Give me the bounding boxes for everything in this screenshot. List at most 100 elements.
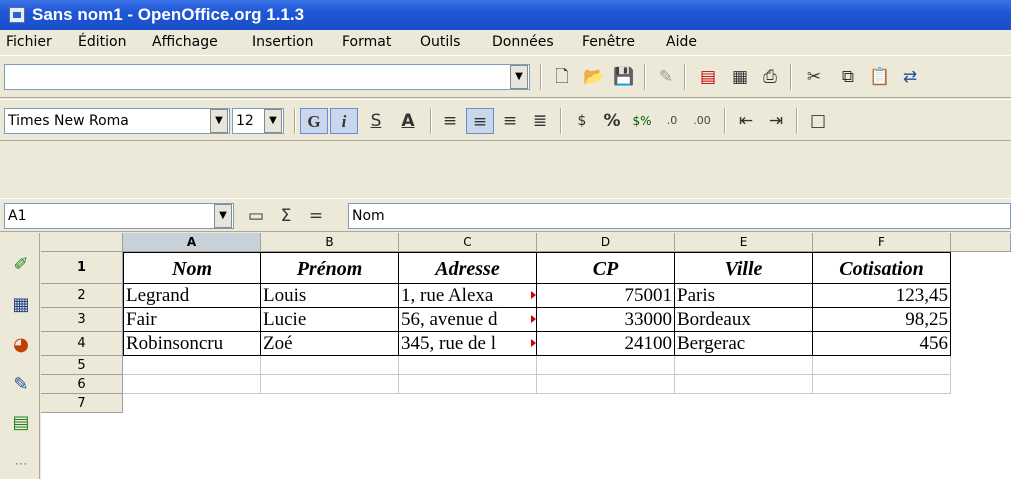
row-header[interactable]: 5 [41, 356, 123, 375]
column-header[interactable]: F [813, 233, 951, 252]
cell-e3[interactable]: Bordeaux [675, 308, 813, 332]
column-header[interactable]: A [123, 233, 261, 252]
column-header[interactable]: B [261, 233, 399, 252]
sum-icon[interactable]: Σ [272, 203, 300, 229]
cell-f4[interactable]: 456 [813, 332, 951, 356]
column-header[interactable]: D [537, 233, 675, 252]
cell-d3[interactable]: 33000 [537, 308, 675, 332]
row-header[interactable]: 3 [41, 308, 123, 332]
name-box-dropdown-icon[interactable]: ▼ [214, 204, 232, 228]
column-header[interactable]: E [675, 233, 813, 252]
add-decimal-icon[interactable]: .0 [658, 108, 686, 134]
copy-icon[interactable]: ⧉ [834, 64, 862, 90]
draw-icon[interactable]: ✎ [9, 373, 33, 397]
formula-input[interactable]: Nom [348, 203, 1011, 229]
app-icon[interactable] [9, 7, 25, 23]
underline-icon[interactable]: S [362, 108, 390, 134]
url-field[interactable] [4, 64, 530, 90]
cell-empty[interactable] [675, 375, 813, 394]
function-icon[interactable]: = [302, 203, 330, 229]
menu-edition[interactable]: Édition [72, 30, 132, 55]
font-name-dropdown-icon[interactable]: ▼ [210, 109, 228, 133]
print-icon[interactable]: ⎙ [756, 64, 784, 90]
italic-icon[interactable]: i [330, 108, 358, 134]
name-box[interactable]: A1 [4, 203, 234, 229]
edit-file-icon[interactable]: ✎ [652, 64, 680, 90]
decrease-indent-icon[interactable]: ⇤ [732, 108, 760, 134]
gallery-icon[interactable]: ▤ [9, 411, 33, 435]
url-dropdown-icon[interactable]: ▼ [510, 65, 528, 89]
bold-icon[interactable]: G [300, 108, 328, 134]
align-right-icon[interactable]: ≡ [496, 108, 524, 134]
row-header[interactable]: 2 [41, 284, 123, 308]
arrow-icon[interactable]: ⇄ [900, 64, 920, 90]
menu-fenetre[interactable]: Fenêtre [576, 30, 641, 55]
row-header[interactable]: 6 [41, 375, 123, 394]
cell-d4[interactable]: 24100 [537, 332, 675, 356]
increase-indent-icon[interactable]: ⇥ [762, 108, 790, 134]
column-header[interactable]: C [399, 233, 537, 252]
cell-c2[interactable]: 1, rue Alexa [399, 284, 537, 308]
cell-empty[interactable] [399, 375, 537, 394]
row-header[interactable]: 1 [41, 252, 123, 284]
data-pilot-icon[interactable]: ▦ [9, 293, 33, 317]
cut-icon[interactable]: ✂ [800, 64, 828, 90]
menu-aide[interactable]: Aide [660, 30, 703, 55]
currency-icon[interactable]: $ [568, 108, 596, 134]
cell-f3[interactable]: 98,25 [813, 308, 951, 332]
cell-empty[interactable] [537, 356, 675, 375]
cell-c4[interactable]: 345, rue de l [399, 332, 537, 356]
align-center-icon[interactable]: ≡ [466, 108, 494, 134]
cell-f2[interactable]: 123,45 [813, 284, 951, 308]
select-all-corner[interactable] [41, 233, 123, 252]
chart-icon[interactable]: ◕ [9, 333, 33, 357]
cell-e2[interactable]: Paris [675, 284, 813, 308]
cell-b1[interactable]: Prénom [261, 252, 399, 284]
align-left-icon[interactable]: ≡ [436, 108, 464, 134]
cell-f1[interactable]: Cotisation [813, 252, 951, 284]
new-document-icon[interactable]: 🗋 [548, 64, 576, 90]
print-preview-icon[interactable]: ▦ [726, 64, 754, 90]
paste-icon[interactable]: 📋 [866, 64, 894, 90]
delete-decimal-icon[interactable]: .00 [688, 108, 716, 134]
menu-insertion[interactable]: Insertion [246, 30, 319, 55]
borders-icon[interactable]: □ [804, 108, 832, 134]
percent-icon[interactable]: % [598, 108, 626, 134]
cell-e1[interactable]: Ville [675, 252, 813, 284]
cell-c3[interactable]: 56, avenue d [399, 308, 537, 332]
cell-b4[interactable]: Zoé [261, 332, 399, 356]
cell-empty[interactable] [123, 356, 261, 375]
cell-empty[interactable] [261, 375, 399, 394]
standard-format-icon[interactable]: $% [628, 108, 656, 134]
cell-empty[interactable] [675, 356, 813, 375]
menu-fichier[interactable]: Fichier [0, 30, 58, 55]
export-pdf-icon[interactable]: ▤ [694, 64, 722, 90]
cell-empty[interactable] [813, 375, 951, 394]
row-header[interactable]: 4 [41, 332, 123, 356]
navigator-icon[interactable]: ✐ [9, 253, 33, 277]
menu-donnees[interactable]: Données [486, 30, 560, 55]
justify-icon[interactable]: ≣ [526, 108, 554, 134]
cell-empty[interactable] [399, 356, 537, 375]
cell-d2[interactable]: 75001 [537, 284, 675, 308]
more-icon[interactable]: ⋯ [9, 453, 33, 477]
cell-empty[interactable] [261, 356, 399, 375]
column-header[interactable] [951, 233, 1011, 252]
cell-e4[interactable]: Bergerac [675, 332, 813, 356]
menu-outils[interactable]: Outils [414, 30, 466, 55]
open-folder-icon[interactable]: 📂 [580, 64, 608, 90]
cell-empty[interactable] [813, 356, 951, 375]
function-wizard-icon[interactable]: ▭ [242, 203, 270, 229]
cell-empty[interactable] [537, 375, 675, 394]
cell-a1[interactable]: Nom [123, 252, 261, 284]
cell-b2[interactable]: Louis [261, 284, 399, 308]
save-icon[interactable]: 💾 [610, 64, 638, 90]
row-header[interactable]: 7 [41, 394, 123, 413]
title-bar[interactable]: Sans nom1 - OpenOffice.org 1.1.3 [0, 0, 1011, 30]
font-name-field[interactable]: Times New Roma [4, 108, 230, 134]
cell-empty[interactable] [123, 375, 261, 394]
font-color-icon[interactable]: A [394, 108, 422, 134]
cell-b3[interactable]: Lucie [261, 308, 399, 332]
font-size-dropdown-icon[interactable]: ▼ [264, 109, 282, 133]
menu-affichage[interactable]: Affichage [146, 30, 224, 55]
